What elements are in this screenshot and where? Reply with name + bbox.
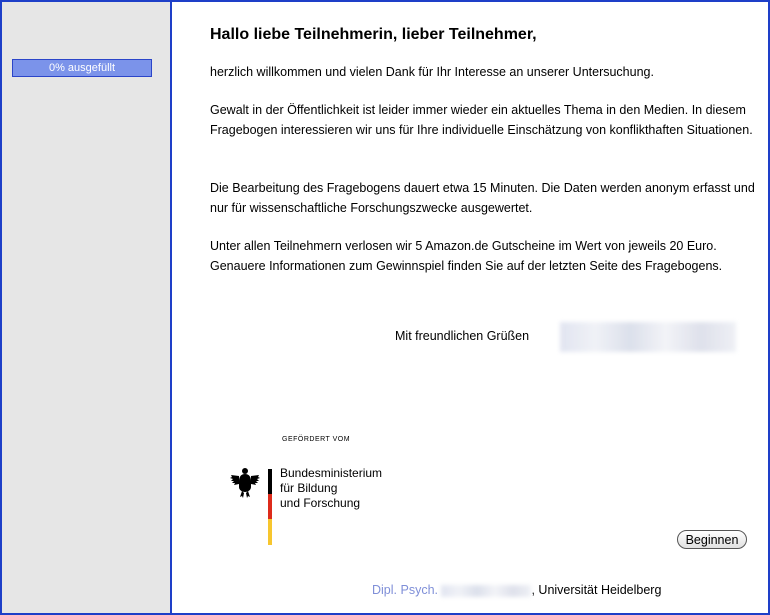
progress-indicator: 0% ausgefüllt [12,59,152,77]
greeting-heading: Hallo liebe Teilnehmerin, lieber Teilneh… [210,26,537,43]
footer-credit: Dipl. Psych. , Universität Heidelberg [372,583,661,597]
footer-title: Dipl. Psych. [372,583,438,597]
flag-stripes [268,469,272,545]
federal-eagle-icon [230,468,260,498]
redacted-author-name [441,584,532,597]
footer-affiliation: , Universität Heidelberg [531,583,662,597]
raffle-paragraph: Unter allen Teilnehmern verlosen wir 5 A… [210,239,723,273]
sidebar: 0% ausgefüllt [2,2,172,613]
closing-text: Mit freundlichen Grüßen [395,329,530,343]
main-content: Hallo liebe Teilnehmerin, lieber Teilneh… [172,2,766,613]
ministry-line: Bundesministerium [280,466,383,480]
intro-paragraph: herzlich willkommen und vielen Dank für … [210,65,654,79]
begin-button[interactable]: Beginnen [677,530,747,549]
sponsor-caption: GEFÖRDERT VOM [282,436,351,443]
ministry-name: Bundesministerium für Bildung und Forsch… [280,466,382,511]
duration-paragraph: Die Bearbeitung des Fragebogens dauert e… [210,181,755,215]
ministry-line: und Forschung [280,496,361,510]
redacted-signature [560,322,736,352]
ministry-line: für Bildung [280,481,338,495]
topic-paragraph: Gewalt in der Öffentlichkeit ist leider … [210,103,753,137]
